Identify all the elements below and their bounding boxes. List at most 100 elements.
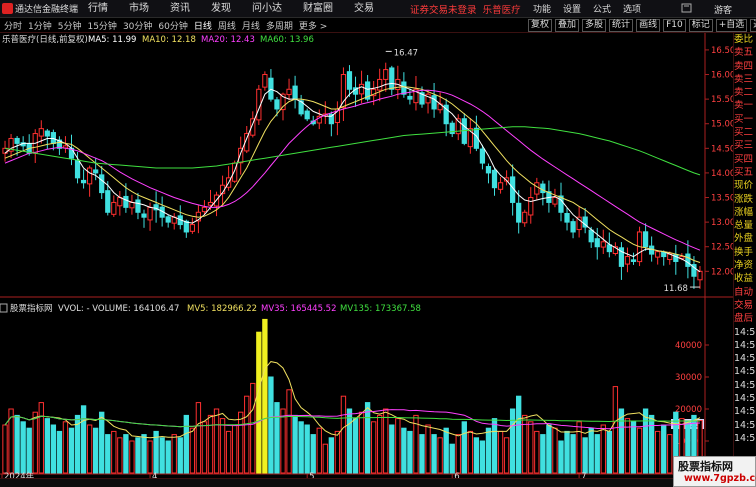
side-panel-label: 净资 — [734, 260, 754, 272]
volume-bar-up — [322, 443, 328, 474]
volume-bar-down — [443, 427, 449, 474]
candle-down — [165, 216, 171, 223]
volume-bar-down — [594, 434, 600, 474]
volume-bar-down — [606, 430, 613, 474]
ma-legend-item: MA10: 12.18 — [142, 35, 196, 45]
toolbar-button[interactable]: +自选 — [715, 19, 748, 32]
main-menu: 行情 市场 资讯 发现 问小达 财富圈 交易 — [88, 1, 395, 16]
volume-bar-down — [304, 424, 310, 474]
period-tabs: 分时 1分钟 5分钟 15分钟 30分钟 60分钟 日线 周线 月线 多周期 更多 > — [4, 19, 333, 32]
candle-up — [111, 201, 117, 215]
candle-down — [606, 244, 612, 253]
stock-chart[interactable]: 16.50 16.00 15.50 15.00 14.50 14.00 13.50 13.00… — [0, 33, 733, 479]
price-tick-label: 12.00 — [711, 267, 733, 277]
period-tab[interactable]: 周线 — [218, 19, 236, 32]
volume-bar-up — [244, 395, 250, 474]
period-tab[interactable]: 30分钟 — [123, 19, 152, 32]
top-menu-item[interactable]: 设置 — [563, 2, 581, 15]
candle-down — [268, 77, 274, 100]
candle-down — [479, 148, 486, 164]
period-tab[interactable]: 15分钟 — [87, 19, 116, 32]
side-panel-label: 收益 — [734, 273, 754, 285]
volume-tick-label: 30000 — [675, 373, 702, 383]
volume-bar-down — [292, 414, 298, 474]
toolbar-button[interactable]: 标记 — [688, 19, 713, 32]
volume-bar-down — [183, 414, 189, 474]
candle-up — [497, 182, 504, 190]
candle-down — [570, 221, 576, 233]
menu-item[interactable]: 行情 — [88, 1, 108, 16]
candle-up — [624, 256, 631, 265]
side-panel-label: 买四 — [734, 153, 754, 165]
volume-bar-up — [117, 437, 123, 474]
volume-bar-up — [534, 430, 540, 474]
menu-item[interactable]: 交易 — [354, 1, 374, 16]
toolbar-button[interactable]: 复权 — [528, 19, 553, 32]
volume-bar-up — [383, 408, 389, 474]
side-panel-label: 14:5 — [734, 326, 756, 338]
period-tab[interactable]: 5分钟 — [58, 19, 82, 32]
candle-down — [105, 190, 111, 213]
top-menu-item[interactable]: 功能 — [533, 2, 551, 15]
side-panel-label: 14:5 — [734, 353, 756, 365]
toolbar-button[interactable]: 返回 — [750, 19, 756, 32]
candle-down — [491, 169, 498, 189]
candle-up — [87, 167, 93, 185]
period-tab[interactable]: 多周期 — [266, 19, 293, 32]
top-menu-item[interactable]: 选项 — [623, 2, 641, 15]
toolbar-button[interactable]: 多股 — [582, 19, 607, 32]
period-tab[interactable]: 月线 — [242, 19, 260, 32]
volume-bar-up — [219, 418, 226, 474]
volume-legend-item: VVOL: - VOLUME: 164106.47 — [58, 304, 179, 314]
volume-bar-up — [600, 424, 606, 474]
candle-up — [129, 201, 135, 209]
side-panel-label: 卖三 — [734, 73, 754, 85]
menu-item[interactable]: 资讯 — [170, 1, 190, 16]
volume-bar-down — [310, 434, 316, 474]
period-tab[interactable]: 1分钟 — [28, 19, 52, 32]
volume-bar-up — [370, 421, 377, 474]
period-tab[interactable]: 日线 — [194, 19, 212, 32]
menu-item[interactable]: 市场 — [129, 1, 149, 16]
volume-tick-label: 20000 — [675, 405, 702, 415]
volume-bar-up — [250, 382, 256, 474]
window-control-icons[interactable] — [680, 1, 698, 15]
side-panel-label: 换手 — [734, 246, 754, 258]
side-panel-label: 14:5 — [734, 393, 756, 405]
volume-bar-down — [56, 430, 63, 474]
toolbar-button[interactable]: F10 — [663, 19, 686, 32]
volume-bar-down — [564, 430, 570, 474]
candle-down — [485, 166, 492, 174]
login-notice[interactable]: 证券交易未登录 乐普医疗 — [410, 2, 521, 16]
period-tab[interactable]: 60分钟 — [158, 19, 187, 32]
candle-down — [74, 159, 81, 179]
window-controls[interactable] — [680, 1, 698, 15]
side-panel-label: 卖四 — [734, 60, 754, 72]
top-menu-item[interactable]: 公式 — [593, 2, 611, 15]
candle-up — [201, 206, 208, 213]
toolbar-button[interactable]: 画线 — [636, 19, 661, 32]
volume-legend-item: MV35: 165445.52 — [261, 304, 337, 314]
toolbar-button[interactable]: 统计 — [609, 19, 634, 32]
price-tick-label: 14.50 — [711, 144, 733, 154]
period-tab[interactable]: 更多 > — [299, 19, 327, 32]
volume-indicator-name: 股票指标网 — [10, 303, 53, 314]
volume-bar-up — [528, 421, 534, 474]
volume-bar-down — [352, 418, 359, 474]
volume-bar-up — [231, 424, 238, 474]
side-panel-label: 买二 — [734, 127, 754, 139]
candle-up — [655, 251, 661, 258]
menu-item[interactable]: 发现 — [211, 1, 231, 16]
side-panel-label: 买三 — [734, 140, 754, 152]
candle-up — [189, 224, 195, 232]
volume-bar-down — [661, 424, 667, 474]
price-tick-label: 13.50 — [711, 194, 733, 204]
candle-down — [564, 213, 570, 223]
menu-item[interactable]: 问小达 — [252, 1, 282, 16]
watermark-title: 股票指标网 — [678, 460, 733, 473]
period-tab[interactable]: 分时 — [4, 19, 22, 32]
menu-item[interactable]: 财富圈 — [303, 1, 333, 16]
toolbar-button[interactable]: 叠加 — [555, 19, 580, 32]
guest-label[interactable]: 游客 — [714, 3, 732, 16]
ma-legend-item: MA60: 13.96 — [260, 35, 314, 45]
